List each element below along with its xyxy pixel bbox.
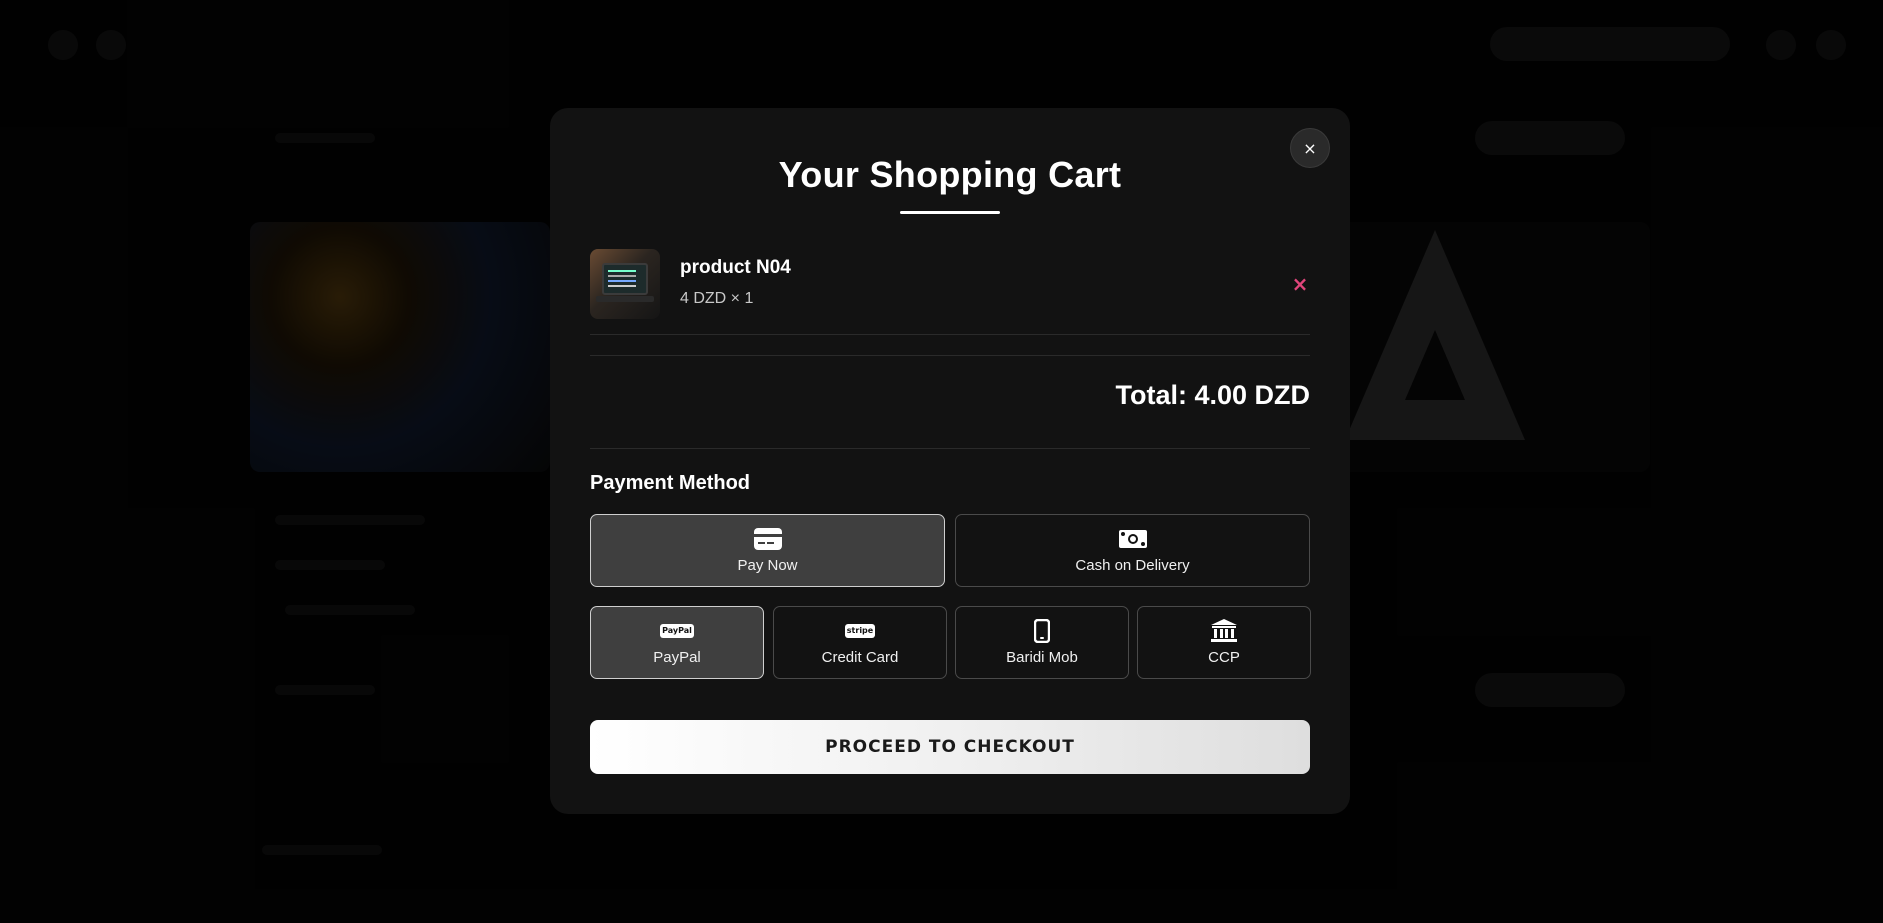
paypal-logo: PayPal [660, 624, 694, 638]
product-thumbnail [590, 249, 660, 319]
stripe-logo-icon: stripe [844, 619, 876, 643]
stripe-logo: stripe [844, 624, 876, 638]
product-price-quantity: 4 DZD × 1 [680, 290, 754, 307]
modal-title: Your Shopping Cart [778, 154, 1122, 195]
title-underline [900, 211, 1000, 214]
cash-on-delivery-label: Cash on Delivery [1075, 557, 1190, 574]
pay-now-option[interactable]: Pay Now [590, 514, 945, 587]
paypal-logo-icon: PayPal [660, 619, 694, 643]
bank-icon [1210, 619, 1238, 643]
credit-card-label: Credit Card [821, 649, 899, 666]
product-name: product N04 [680, 257, 791, 278]
shopping-cart-modal: × Your Shopping Cart product N04 4 DZD ×… [550, 108, 1350, 814]
cash-icon [1118, 527, 1147, 551]
mobile-phone-icon [1028, 619, 1056, 643]
paypal-option[interactable]: PayPal PayPal [590, 606, 764, 679]
cart-item: product N04 4 DZD × 1 × [590, 249, 1310, 335]
credit-card-icon [753, 527, 782, 551]
ccp-label: CCP [1208, 649, 1240, 666]
baridi-mob-label: Baridi Mob [1006, 649, 1078, 666]
proceed-to-checkout-button[interactable]: PROCEED TO CHECKOUT [590, 720, 1310, 774]
payment-method-title: Payment Method [590, 472, 751, 494]
cash-on-delivery-option[interactable]: Cash on Delivery [955, 514, 1310, 587]
pay-now-label: Pay Now [737, 557, 798, 574]
remove-item-button[interactable]: × [1290, 274, 1310, 294]
credit-card-option[interactable]: stripe Credit Card [773, 606, 947, 679]
ccp-option[interactable]: CCP [1137, 606, 1311, 679]
divider [590, 355, 1310, 356]
baridi-mob-option[interactable]: Baridi Mob [955, 606, 1129, 679]
divider [590, 448, 1310, 449]
checkout-label: PROCEED TO CHECKOUT [825, 737, 1075, 757]
paypal-label: PayPal [653, 649, 701, 666]
cart-total: Total: 4.00 DZD [1115, 380, 1310, 410]
